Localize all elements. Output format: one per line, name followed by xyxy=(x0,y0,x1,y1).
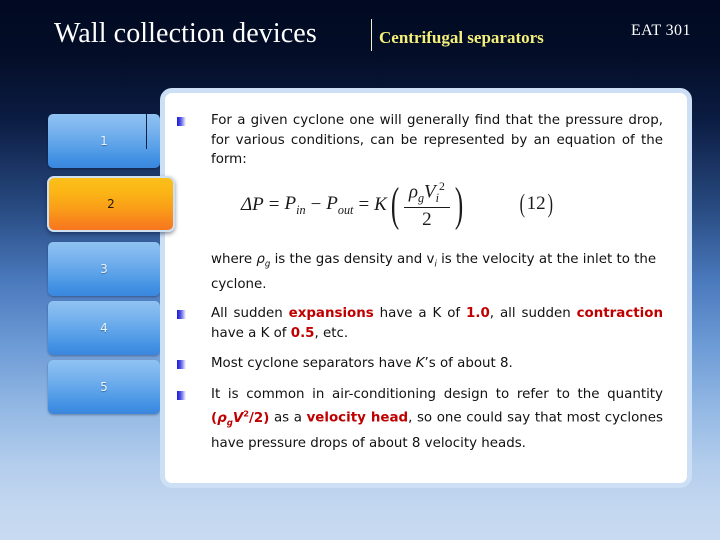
bullet-square-icon xyxy=(177,391,186,400)
sidebar-item-1[interactable]: 1 xyxy=(48,114,160,168)
sidebar-item-4[interactable]: 4 xyxy=(48,301,160,355)
p3-part-d: have a K of xyxy=(211,326,291,341)
eq-p-in: P xyxy=(284,193,296,214)
title-divider xyxy=(371,19,372,51)
p2-rho: ρ xyxy=(256,252,265,267)
p4-part-a: Most cyclone separators have xyxy=(211,356,416,371)
p3-part-a: All sudden xyxy=(211,306,289,321)
nav-tick-marker xyxy=(146,114,147,149)
sidebar-item-5-label: 5 xyxy=(100,380,108,394)
p5-part-a: It is common in air-conditioning design … xyxy=(211,387,663,402)
page-title: Wall collection devices xyxy=(54,18,317,50)
bullet-square-icon xyxy=(177,310,186,319)
pressure-drop-equation: ΔP = Pin − Pout = K ( ρgVi2 2 ) xyxy=(241,180,467,231)
p5-part-b: as a xyxy=(269,411,306,426)
eq-rho: ρ xyxy=(409,181,418,202)
p4-part-b: ’s of about 8. xyxy=(424,356,512,371)
p3-highlight-contraction: contraction xyxy=(577,306,663,321)
p5-close-paren: /2) xyxy=(249,411,269,426)
eq-open-paren: ( xyxy=(391,186,399,224)
page-subtitle: Centrifugal separators xyxy=(379,28,544,48)
paragraph-1-text: For a given cyclone one will generally f… xyxy=(211,111,663,170)
eq-equals-2: = xyxy=(358,194,369,216)
eq-minus: − xyxy=(311,194,322,216)
eq-close-paren: ) xyxy=(455,186,463,224)
bullet-paragraph-1: For a given cyclone one will generally f… xyxy=(177,111,663,170)
sidebar-item-3[interactable]: 3 xyxy=(48,242,160,296)
paragraph-2-text: where ρg is the gas density and vi is th… xyxy=(211,250,663,295)
p3-highlight-k-1: 1.0 xyxy=(466,306,490,321)
sidebar-nav: 1 2 3 4 5 xyxy=(48,114,178,424)
p3-part-b: have a K of xyxy=(374,306,466,321)
content-panel: For a given cyclone one will generally f… xyxy=(160,88,692,488)
eq-fraction-denominator: 2 xyxy=(417,208,437,231)
sidebar-item-5[interactable]: 5 xyxy=(48,360,160,414)
eq-p-out-sub: out xyxy=(338,202,354,216)
p2-part-b: is the gas density and v xyxy=(270,252,434,267)
sidebar-item-2[interactable]: 2 xyxy=(47,176,175,232)
p3-highlight-k-2: 0.5 xyxy=(291,326,315,341)
p2-part-a: where xyxy=(211,252,256,267)
sidebar-item-2-label: 2 xyxy=(107,197,115,211)
content-body: For a given cyclone one will generally f… xyxy=(165,93,687,483)
eq-delta-p: ΔP xyxy=(241,194,264,216)
paragraph-4-text: Most cyclone separators have K’s of abou… xyxy=(211,354,663,374)
sidebar-item-4-label: 4 xyxy=(100,321,108,335)
p5-highlight-velocity-head: velocity head xyxy=(307,411,409,426)
bullet-square-icon xyxy=(177,117,186,126)
eq-v: V xyxy=(424,181,436,202)
slide-header: Wall collection devices Centrifugal sepa… xyxy=(0,0,720,66)
p3-highlight-expansions: expansions xyxy=(289,306,374,321)
eq-k: K xyxy=(374,194,387,216)
eq-p-in-sub: in xyxy=(296,202,305,216)
p3-part-e: , etc. xyxy=(315,326,349,341)
eq-fraction-numerator: ρgVi2 xyxy=(404,180,450,207)
bullet-paragraph-5: It is common in air-conditioning design … xyxy=(177,385,663,454)
eq-num-open-paren: ( xyxy=(520,194,525,215)
eq-v-sup: 2 xyxy=(439,180,445,193)
eq-num-value: 12 xyxy=(527,193,546,214)
bullet-paragraph-3: All sudden expansions have a K of 1.0, a… xyxy=(177,304,663,343)
p5-highlight-quantity: (ρgV2/2) xyxy=(211,411,269,426)
bullet-square-icon xyxy=(177,360,186,369)
equation-block: ΔP = Pin − Pout = K ( ρgVi2 2 ) (12) xyxy=(177,174,663,240)
course-code-label: EAT 301 xyxy=(631,21,691,40)
p5-rho: ρ xyxy=(217,411,227,426)
paragraph-2: where ρg is the gas density and vi is th… xyxy=(177,250,663,295)
bullet-paragraph-4: Most cyclone separators have K’s of abou… xyxy=(177,354,663,374)
eq-equals-1: = xyxy=(269,194,280,216)
eq-fraction: ρgVi2 2 xyxy=(404,180,450,231)
eq-p-out: P xyxy=(326,193,338,214)
eq-num-close-paren: ) xyxy=(547,194,552,215)
sidebar-item-3-label: 3 xyxy=(100,262,108,276)
p3-part-c: , all sudden xyxy=(490,306,577,321)
paragraph-5-text: It is common in air-conditioning design … xyxy=(211,385,663,454)
sidebar-item-1-label: 1 xyxy=(100,134,108,148)
equation-number: (12) xyxy=(518,193,554,215)
paragraph-3-text: All sudden expansions have a K of 1.0, a… xyxy=(211,304,663,343)
p5-v: V xyxy=(233,411,243,426)
